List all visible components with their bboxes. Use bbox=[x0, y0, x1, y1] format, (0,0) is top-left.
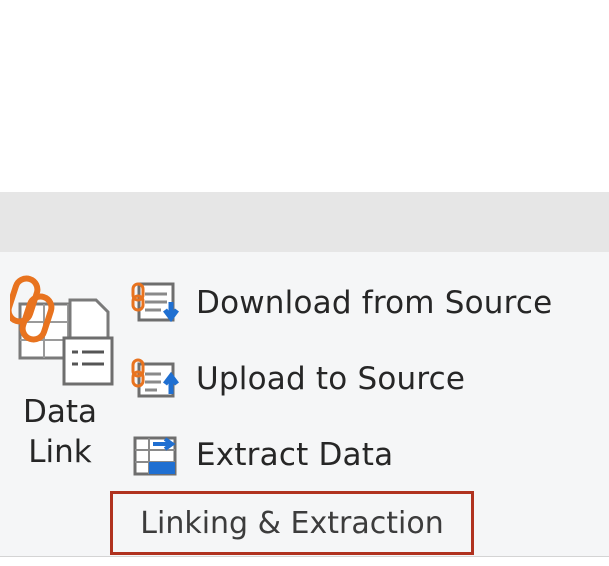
download-from-source-icon bbox=[128, 278, 186, 328]
page: Data Link Download from Source Upload to… bbox=[0, 0, 609, 566]
upload-to-source-label: Upload to Source bbox=[196, 361, 466, 397]
upload-to-source-button[interactable]: Upload to Source bbox=[128, 350, 465, 408]
data-link-label: Data Link bbox=[22, 394, 98, 470]
data-link-icon bbox=[10, 275, 114, 386]
extract-data-icon bbox=[128, 430, 186, 480]
download-from-source-button[interactable]: Download from Source bbox=[128, 274, 552, 332]
extract-data-button[interactable]: Extract Data bbox=[128, 426, 393, 484]
extract-data-label: Extract Data bbox=[196, 437, 394, 473]
ribbon-divider bbox=[0, 556, 609, 557]
ribbon-tab-strip bbox=[0, 192, 609, 252]
download-from-source-label: Download from Source bbox=[196, 285, 553, 321]
data-link-button[interactable]: Data Link bbox=[4, 268, 116, 488]
group-label-linking-extraction: Linking & Extraction bbox=[140, 505, 444, 541]
group-label-highlight: Linking & Extraction bbox=[110, 491, 474, 555]
upload-to-source-icon bbox=[128, 354, 186, 404]
